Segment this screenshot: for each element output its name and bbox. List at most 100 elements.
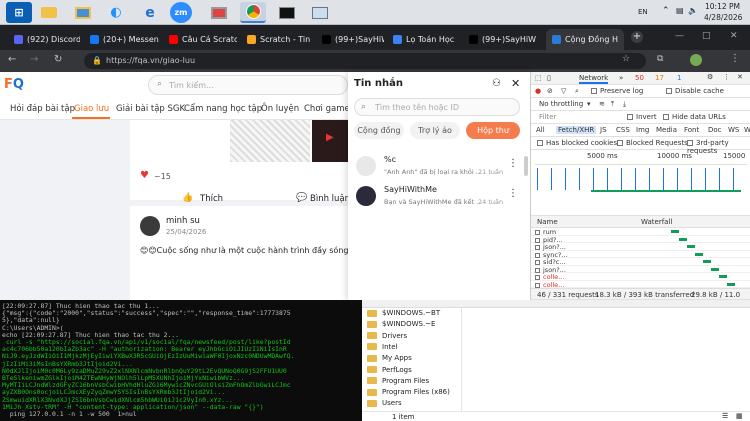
tab-cong-dong[interactable]: Cộng đồng: [354, 122, 404, 139]
network-icon[interactable]: ▤: [676, 6, 684, 15]
nav-choi-game[interactable]: Chơi game: [304, 104, 350, 114]
type-filter-ws[interactable]: WS: [728, 126, 739, 134]
download-icon[interactable]: ⤓: [623, 100, 626, 109]
type-filter-font[interactable]: Font: [684, 126, 699, 134]
tab-3[interactable]: Scratch - Tin: [241, 29, 313, 50]
folder-item[interactable]: Drivers: [367, 332, 407, 340]
error-count[interactable]: 50: [635, 74, 644, 82]
language-indicator[interactable]: EN: [638, 8, 648, 16]
folder-item[interactable]: PerfLogs: [367, 366, 412, 374]
tab-network[interactable]: Network: [579, 74, 609, 84]
site-search-box[interactable]: ⌕ Tìm kiếm...: [148, 75, 348, 95]
timeline-overview[interactable]: 5000 ms 10000 ms 15000: [531, 150, 750, 216]
back-arrow-icon[interactable]: ←: [8, 54, 16, 65]
scrollbar[interactable]: [524, 156, 528, 176]
new-tab-button[interactable]: +: [631, 31, 643, 43]
inspect-icon[interactable]: ⬚: [535, 74, 542, 82]
request-row[interactable]: colle...: [531, 273, 750, 281]
type-filter-img[interactable]: Img: [636, 126, 649, 134]
tab-4[interactable]: (99+)SayHiW: [316, 29, 384, 50]
column-name[interactable]: Name: [537, 218, 558, 226]
like-button[interactable]: Thích: [200, 194, 223, 204]
menu-kebab-icon[interactable]: ⋮: [723, 73, 730, 81]
nav-hoi-dap[interactable]: Hỏi đáp bài tập: [10, 104, 75, 114]
record-icon[interactable]: ●: [535, 87, 541, 95]
request-row[interactable]: json?...: [531, 243, 750, 251]
filter-icon[interactable]: ▽: [561, 87, 566, 95]
edge-taskbar-icon[interactable]: ◐: [103, 2, 129, 23]
folder-item[interactable]: My Apps: [367, 354, 412, 362]
folder-item[interactable]: $WINDOWS.~E: [367, 320, 435, 328]
nav-cam-nang[interactable]: Cẩm nang học tập: [184, 104, 262, 114]
type-filter-all[interactable]: All: [536, 126, 545, 134]
tab-0[interactable]: (922) Discord: [8, 29, 80, 50]
tab-5[interactable]: Lọ Toán Học: [387, 29, 459, 50]
star-icon[interactable]: ☆: [622, 54, 630, 64]
nav-on-luyen[interactable]: Ôn luyện: [261, 104, 299, 114]
request-row[interactable]: json?...: [531, 266, 750, 274]
ie-taskbar-icon[interactable]: e: [137, 2, 163, 23]
folder-item[interactable]: Intel: [367, 343, 398, 351]
disable-cache-checkbox[interactable]: Disable cache: [666, 87, 724, 95]
request-row[interactable]: colle...: [531, 281, 750, 289]
type-filter-doc[interactable]: Doc: [708, 126, 722, 134]
forward-arrow-icon[interactable]: →: [30, 54, 38, 65]
clear-icon[interactable]: ⊘: [547, 87, 553, 95]
tab-hop-thu[interactable]: Hộp thư: [466, 122, 520, 139]
blocked-requests-checkbox[interactable]: Blocked Requests: [617, 139, 688, 147]
column-waterfall[interactable]: Waterfall: [641, 218, 672, 226]
file-explorer-taskbar-icon[interactable]: [70, 2, 96, 23]
folder-item[interactable]: Users: [367, 399, 402, 407]
chevron-up-icon[interactable]: ⌃: [662, 6, 670, 16]
close-icon[interactable]: ✕: [511, 77, 520, 90]
more-tabs-icon[interactable]: »: [619, 74, 623, 82]
minimize-button[interactable]: —: [675, 31, 684, 41]
more-icon[interactable]: ⋮: [508, 158, 518, 169]
type-filter-fetchxhr[interactable]: Fetch/XHR: [556, 126, 597, 134]
speaker-icon[interactable]: 🔈: [688, 6, 698, 15]
issue-count[interactable]: 1: [677, 74, 681, 82]
tab-2[interactable]: Câu Cá Scratc: [163, 29, 237, 50]
comment-button[interactable]: Bình luận: [310, 194, 350, 204]
folder-item[interactable]: Program Files: [367, 377, 429, 385]
close-icon[interactable]: ✕: [737, 73, 743, 81]
tab-6[interactable]: (99+)SayHiW: [463, 29, 541, 50]
tab-1[interactable]: (20+) Messen: [84, 29, 159, 50]
cmd-taskbar-icon[interactable]: [274, 2, 300, 23]
upload-icon[interactable]: ⤒: [611, 100, 614, 109]
close-window-button[interactable]: ✕: [730, 31, 738, 41]
post-video-thumb[interactable]: ▶: [312, 120, 348, 162]
large-icons-view-icon[interactable]: ▦: [736, 412, 743, 420]
avatar[interactable]: [140, 216, 160, 236]
device-icon[interactable]: ▯: [547, 74, 551, 82]
profile-avatar[interactable]: [690, 54, 702, 66]
fqa-logo[interactable]: FQ: [4, 77, 34, 93]
folder-item[interactable]: Program Files (x86): [367, 388, 450, 396]
wifi-icon[interactable]: ≋: [599, 100, 605, 108]
group-add-icon[interactable]: ⚇: [492, 78, 501, 89]
warning-count[interactable]: 17: [655, 74, 664, 82]
windows-start-icon[interactable]: ⊞: [6, 2, 32, 23]
folder-taskbar-icon[interactable]: [36, 2, 62, 23]
type-filter-wasm[interactable]: Wasm: [744, 126, 750, 134]
search-icon[interactable]: ⌕: [575, 87, 579, 96]
command-prompt-window[interactable]: [22:09:27.87] Thuc hien thao tac thu 1..…: [0, 300, 362, 421]
photos-taskbar-icon[interactable]: [206, 2, 232, 23]
type-filter-media[interactable]: Media: [656, 126, 677, 134]
preserve-log-checkbox[interactable]: Preserve log: [591, 87, 643, 95]
type-filter-js[interactable]: JS: [600, 126, 607, 134]
invert-checkbox[interactable]: Invert: [627, 113, 657, 121]
post-author[interactable]: minh su: [166, 216, 200, 226]
throttle-select[interactable]: No throttling: [539, 100, 583, 108]
folder-item[interactable]: $WINDOWS.~BT: [367, 309, 440, 317]
extensions-icon[interactable]: ⧉: [657, 54, 663, 64]
chrome-taskbar-icon[interactable]: [240, 2, 266, 23]
type-filter-css[interactable]: CSS: [616, 126, 630, 134]
clock-date[interactable]: 4/28/2026: [704, 13, 742, 22]
nav-giai-bai-tap[interactable]: Giải bài tập SGK: [116, 104, 185, 114]
gear-icon[interactable]: ⚙: [707, 73, 713, 81]
blocked-cookies-checkbox[interactable]: Has blocked cookies: [537, 139, 617, 147]
tab-7[interactable]: Cộng Đồng H: [546, 29, 624, 50]
request-row[interactable]: sync?...: [531, 251, 750, 259]
lock-icon[interactable]: 🔒: [92, 56, 102, 65]
